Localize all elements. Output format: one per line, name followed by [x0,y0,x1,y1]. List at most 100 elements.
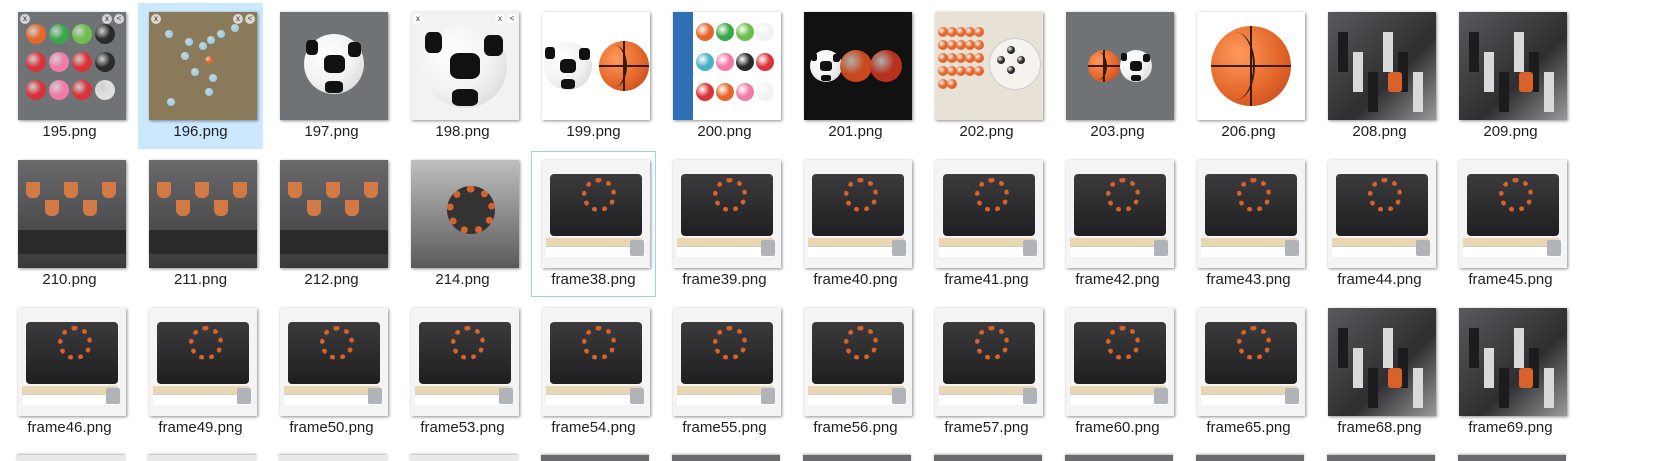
file-item[interactable]: 199.png [531,3,656,149]
base-front [677,394,773,405]
orange-part [1519,72,1533,92]
ball-shape [736,83,754,101]
base-front [415,394,511,405]
thumbnail-frame [935,308,1043,416]
image-thumbnail [149,160,257,268]
orange-part [1388,368,1402,388]
file-item[interactable]: frame56.png [793,299,918,445]
thumbnail-edge [1327,455,1435,461]
file-item[interactable]: x x <195.png [7,3,132,149]
base-front [1070,246,1166,257]
wooden-base [22,386,118,394]
orange-cup [64,182,78,198]
thumbnail-frame [1066,160,1174,268]
soccer-patch [545,46,555,59]
file-item[interactable]: 208.png [1317,3,1442,149]
soccer-patch [347,41,361,57]
thumbnail-edge [1065,455,1173,461]
file-item[interactable]: frame44.png [1317,151,1442,297]
file-item[interactable]: frame46.png [7,299,132,445]
file-item[interactable]: frame43.png [1186,151,1311,297]
file-item[interactable]: 211.png [138,151,263,297]
file-item[interactable]: frame39.png [662,151,787,297]
thumbnail-edge [279,455,387,461]
file-item[interactable]: frame69.png [1448,299,1573,445]
file-item[interactable]: frame53.png [400,299,525,445]
file-item[interactable]: frame68.png [1317,299,1442,445]
file-item[interactable]: frame41.png [924,151,1049,297]
ball-shape [199,42,207,50]
close-icon: x [413,14,423,24]
file-item[interactable]: frame49.png [138,299,263,445]
ball-shape [840,50,872,82]
file-name: frame49.png [158,419,243,436]
file-item[interactable]: frame54.png [531,299,656,445]
file-item[interactable]: 212.png [269,151,394,297]
orange-ball-ring [582,178,616,212]
thumbnail-frame [1328,12,1436,120]
file-item[interactable]: 201.png [793,3,918,149]
ball-shape [1017,56,1025,64]
file-item[interactable]: x x <196.png [138,3,263,149]
image-thumbnail [1197,308,1305,416]
share-icon: < [245,14,255,24]
file-item[interactable]: 202.png [924,3,1049,149]
thumbnail-edge [541,455,649,461]
file-item[interactable]: 214.png [400,151,525,297]
ball-shape [997,66,1005,74]
ball-shape [26,52,46,72]
file-name: frame55.png [682,419,767,436]
file-item[interactable]: frame57.png [924,299,1049,445]
file-item[interactable]: frame45.png [1448,151,1573,297]
file-item[interactable]: frame50.png [269,299,394,445]
file-name: 202.png [959,123,1014,140]
ball-shape [756,23,774,41]
file-item[interactable]: frame40.png [793,151,918,297]
image-thumbnail [542,160,650,268]
file-name: 214.png [435,271,490,288]
orange-cup [157,182,171,198]
soccer-patch [560,79,576,89]
file-item[interactable]: frame65.png [1186,299,1311,445]
wooden-base [1070,238,1166,246]
file-name: 206.png [1221,123,1276,140]
thumbnail-frame [804,12,912,120]
file-item[interactable]: 197.png [269,3,394,149]
file-item[interactable]: 203.png [1055,3,1180,149]
file-name: 212.png [304,271,359,288]
file-item[interactable]: x x <198.png [400,3,525,149]
thumbnail-edge [934,455,1042,461]
file-item[interactable]: 209.png [1448,3,1573,149]
file-item[interactable]: frame60.png [1055,299,1180,445]
file-item[interactable]: frame42.png [1055,151,1180,297]
orange-ball-ring [320,326,354,360]
thumbnail-frame [411,308,519,416]
wooden-base [1332,238,1428,246]
machine-part [1469,328,1479,368]
file-item[interactable]: 200.png [662,3,787,149]
file-item[interactable]: frame38.png [531,151,656,297]
file-item[interactable]: frame55.png [662,299,787,445]
ball-shape [181,52,189,60]
image-thumbnail [280,308,388,416]
ball-shape [95,52,115,72]
thumbnail-frame [280,160,388,268]
soccer-patch [578,48,590,60]
file-item[interactable]: 206.png [1186,3,1311,149]
file-name: frame44.png [1337,271,1422,288]
wooden-base [546,238,642,246]
ball-shape [72,80,92,100]
image-thumbnail [18,308,126,416]
basketball-seam [1090,52,1107,80]
thumbnail-edge [803,455,911,461]
file-name: frame60.png [1075,419,1160,436]
soccer-patch [452,89,478,106]
wooden-base [1201,238,1297,246]
orange-cup [176,200,190,216]
ball-shape [304,34,364,94]
image-thumbnail [935,308,1043,416]
ball-shape [207,36,215,44]
close-icon: x [102,14,112,24]
file-name: 208.png [1352,123,1407,140]
file-item[interactable]: 210.png [7,151,132,297]
